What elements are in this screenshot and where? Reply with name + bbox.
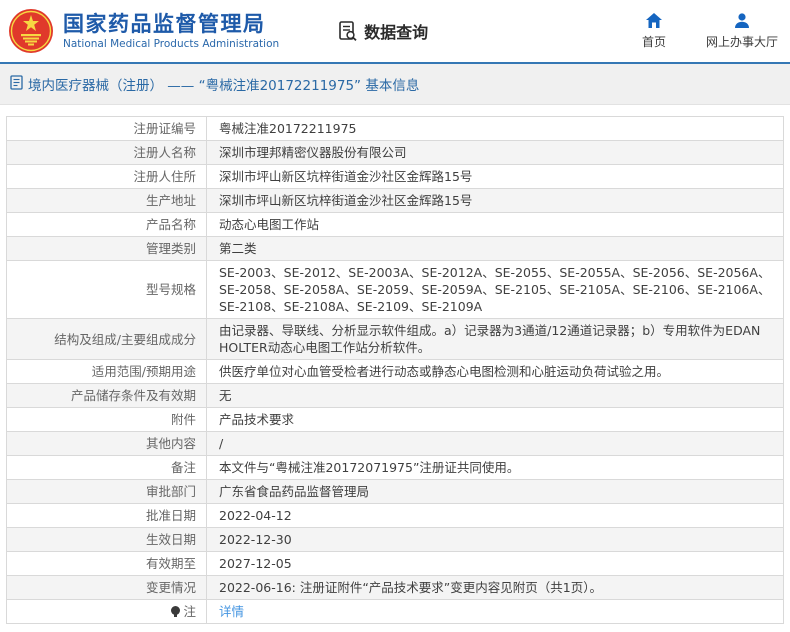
row-label: 注册人名称 xyxy=(7,141,207,164)
table-row-management-class: 管理类别 第二类 xyxy=(7,237,783,261)
nav-data-query[interactable]: 数据查询 xyxy=(337,19,428,43)
row-label: 适用范围/预期用途 xyxy=(7,360,207,383)
row-value: 2022-06-16: 注册证附件“产品技术要求”变更内容见附页（共1页）。 xyxy=(219,580,602,595)
table-row-other-content: 其他内容 / xyxy=(7,432,783,456)
table-row-approval-date: 批准日期 2022-04-12 xyxy=(7,504,783,528)
row-value: 第二类 xyxy=(219,241,257,256)
page-header: 国家药品监督管理局 National Medical Products Admi… xyxy=(0,0,790,64)
person-icon xyxy=(734,13,749,28)
document-icon xyxy=(10,74,23,94)
row-label: 生效日期 xyxy=(7,528,207,551)
row-value: 2022-12-30 xyxy=(219,532,292,547)
nav-service-hall[interactable]: 网上办事大厅 xyxy=(706,12,778,50)
agency-name: 国家药品监督管理局 xyxy=(63,11,266,36)
row-value: SE-2003、SE-2012、SE-2003A、SE-2012A、SE-205… xyxy=(219,265,771,314)
row-value: 2027-12-05 xyxy=(219,556,292,571)
nmpa-logo[interactable]: 国家药品监督管理局 National Medical Products Admi… xyxy=(8,8,279,54)
table-row-note: 注 详情 xyxy=(7,600,783,623)
row-label: 变更情况 xyxy=(7,576,207,599)
table-row-storage-conditions: 产品储存条件及有效期 无 xyxy=(7,384,783,408)
note-label: 注 xyxy=(183,604,196,619)
row-value: 详情 xyxy=(207,600,783,623)
registration-info-table: 注册证编号 粤械注准20172211975 注册人名称 深圳市理邦精密仪器股份有… xyxy=(6,116,784,624)
row-label: 生产地址 xyxy=(7,189,207,212)
row-value: 深圳市坪山新区坑梓街道金沙社区金辉路15号 xyxy=(219,193,473,208)
nav-data-query-label: 数据查询 xyxy=(364,23,429,42)
row-label: 注册人住所 xyxy=(7,165,207,188)
page-title: 境内医疗器械（注册） —— “粤械注准20172211975” 基本信息 xyxy=(28,78,420,94)
row-value: 由记录器、导联线、分析显示软件组成。a）记录器为3通道/12通道记录器；b）专用… xyxy=(219,323,761,355)
table-row-effective-date: 生效日期 2022-12-30 xyxy=(7,528,783,552)
row-label: 附件 xyxy=(7,408,207,431)
row-label: 备注 xyxy=(7,456,207,479)
row-label: 批准日期 xyxy=(7,504,207,527)
row-label: 有效期至 xyxy=(7,552,207,575)
row-label: 产品储存条件及有效期 xyxy=(7,384,207,407)
table-row-remarks: 备注 本文件与“粤械注准20172071975”注册证共同使用。 xyxy=(7,456,783,480)
row-label: 其他内容 xyxy=(7,432,207,455)
row-value: / xyxy=(219,436,224,451)
logo-text: 国家药品监督管理局 National Medical Products Admi… xyxy=(63,12,279,50)
table-row-expiry-date: 有效期至 2027-12-05 xyxy=(7,552,783,576)
table-row-attachment: 附件 产品技术要求 xyxy=(7,408,783,432)
row-value: 无 xyxy=(219,388,232,403)
home-icon xyxy=(645,13,662,28)
breadcrumb-bar: 境内医疗器械（注册） —— “粤械注准20172211975” 基本信息 xyxy=(0,64,790,105)
table-row-change-info: 变更情况 2022-06-16: 注册证附件“产品技术要求”变更内容见附页（共1… xyxy=(7,576,783,600)
nav-service-hall-label: 网上办事大厅 xyxy=(705,35,778,49)
table-row-registrant-name: 注册人名称 深圳市理邦精密仪器股份有限公司 xyxy=(7,141,783,165)
agency-name-english: National Medical Products Administration xyxy=(63,38,280,51)
table-row-structure-composition: 结构及组成/主要组成成分 由记录器、导联线、分析显示软件组成。a）记录器为3通道… xyxy=(7,319,783,360)
row-label: 产品名称 xyxy=(7,213,207,236)
bulb-icon xyxy=(171,606,181,617)
table-row-registration-number: 注册证编号 粤械注准20172211975 xyxy=(7,117,783,141)
data-query-icon xyxy=(339,21,357,41)
row-label: 注册证编号 xyxy=(7,117,207,140)
table-row-intended-use: 适用范围/预期用途 供医疗单位对心血管受检者进行动态或静态心电图检测和心脏运动负… xyxy=(7,360,783,384)
row-value: 供医疗单位对心血管受检者进行动态或静态心电图检测和心脏运动负荷试验之用。 xyxy=(219,364,670,379)
row-label: 审批部门 xyxy=(7,480,207,503)
nav-home[interactable]: 首页 xyxy=(642,12,666,50)
row-value: 本文件与“粤械注准20172071975”注册证共同使用。 xyxy=(219,460,520,475)
row-value: 深圳市坪山新区坑梓街道金沙社区金辉路15号 xyxy=(219,169,473,184)
row-value: 深圳市理邦精密仪器股份有限公司 xyxy=(219,145,407,160)
row-label: 型号规格 xyxy=(7,261,207,318)
table-row-approval-department: 审批部门 广东省食品药品监督管理局 xyxy=(7,480,783,504)
table-row-model-spec: 型号规格 SE-2003、SE-2012、SE-2003A、SE-2012A、S… xyxy=(7,261,783,319)
row-value: 产品技术要求 xyxy=(219,412,295,427)
details-link[interactable]: 详情 xyxy=(219,603,244,620)
row-value: 动态心电图工作站 xyxy=(219,217,320,232)
row-value: 2022-04-12 xyxy=(219,508,292,523)
row-label: 结构及组成/主要组成成分 xyxy=(7,319,207,359)
row-value: 粤械注准20172211975 xyxy=(219,121,357,136)
table-row-product-name: 产品名称 动态心电图工作站 xyxy=(7,213,783,237)
row-value: 广东省食品药品监督管理局 xyxy=(219,484,370,499)
row-label: 注 xyxy=(7,600,207,623)
row-label: 管理类别 xyxy=(7,237,207,260)
table-row-registrant-address: 注册人住所 深圳市坪山新区坑梓街道金沙社区金辉路15号 xyxy=(7,165,783,189)
nav-home-label: 首页 xyxy=(641,35,666,49)
table-row-production-address: 生产地址 深圳市坪山新区坑梓街道金沙社区金辉路15号 xyxy=(7,189,783,213)
national-emblem-icon xyxy=(8,8,54,54)
